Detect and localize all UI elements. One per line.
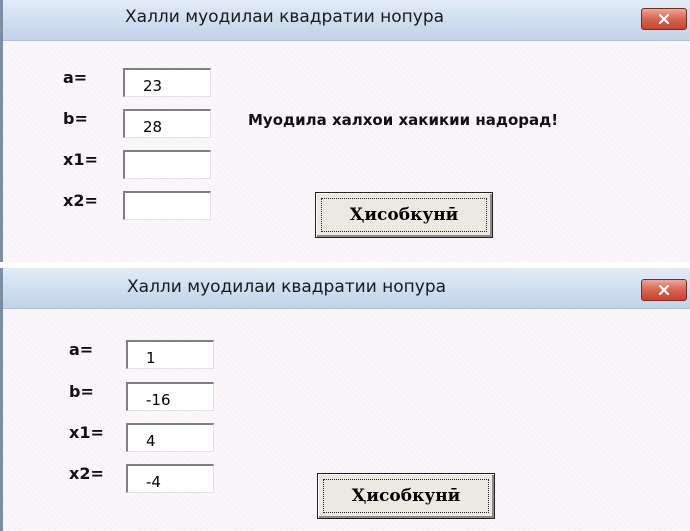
close-icon	[658, 285, 670, 295]
label-x2: x2=	[63, 191, 98, 210]
window-title: Халли муодилаи квадратии нопура	[125, 7, 445, 27]
input-a[interactable]: 23	[123, 68, 211, 97]
window-title: Халли муодилаи квадратии нопура	[127, 277, 447, 297]
result-message: Муодила халхои хакикии надорад!	[248, 111, 559, 129]
label-a: a=	[63, 68, 88, 87]
quadratic-solver-window-2: Халли муодилаи квадратии нопура a= 1 b= …	[0, 268, 690, 531]
calculate-button[interactable]: Ҳисобкунӣ	[317, 473, 495, 519]
label-b: b=	[69, 382, 94, 401]
close-button[interactable]	[641, 279, 687, 301]
calculate-button[interactable]: Ҳисобкунӣ	[315, 192, 493, 238]
input-a[interactable]: 1	[126, 340, 214, 369]
input-x1[interactable]	[123, 150, 211, 179]
calculate-button-label: Ҳисобкунӣ	[351, 486, 461, 506]
title-bar[interactable]: Халли муодилаи квадратии нопура	[3, 0, 690, 41]
close-button[interactable]	[641, 8, 687, 30]
input-b[interactable]: 28	[123, 109, 211, 138]
input-x1[interactable]: 4	[126, 423, 214, 452]
calculate-button-label: Ҳисобкунӣ	[349, 205, 459, 225]
label-x2: x2=	[69, 464, 104, 483]
label-a: a=	[69, 340, 94, 359]
input-x2[interactable]	[123, 191, 211, 220]
input-x2[interactable]: -4	[126, 464, 214, 493]
label-x1: x1=	[63, 150, 98, 169]
title-bar[interactable]: Халли муодилаи квадратии нопура	[3, 268, 690, 309]
input-b[interactable]: -16	[126, 382, 214, 411]
quadratic-solver-window-1: Халли муодилаи квадратии нопура a= 23 b=…	[0, 0, 690, 262]
close-icon	[658, 14, 670, 24]
label-b: b=	[63, 109, 88, 128]
label-x1: x1=	[69, 423, 104, 442]
